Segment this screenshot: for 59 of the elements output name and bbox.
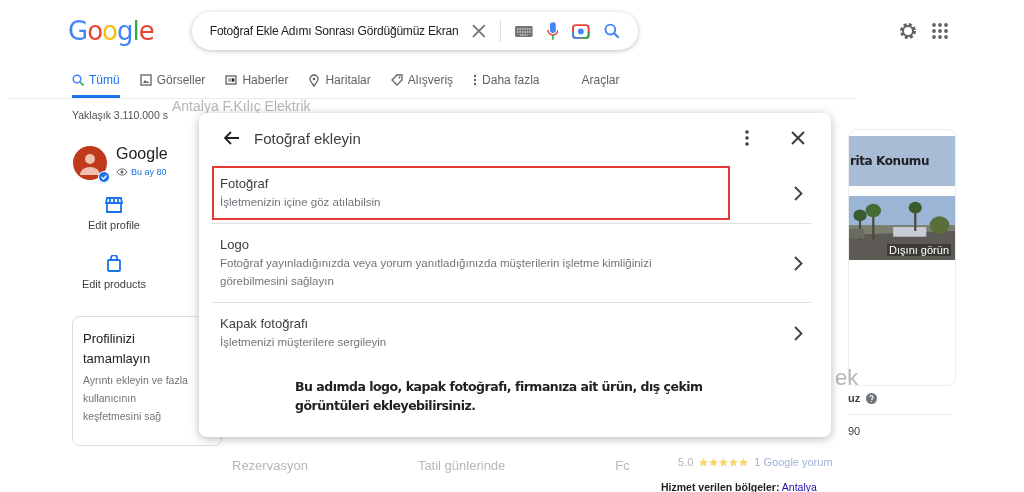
avatar-icon xyxy=(72,145,108,181)
option-description: İşletmenizi müşterilere sergileyin xyxy=(220,335,388,350)
rating-value: 5.0 xyxy=(678,456,694,468)
close-icon[interactable] xyxy=(472,24,487,38)
search-icon xyxy=(72,74,84,86)
chevron-right-icon[interactable] xyxy=(794,185,803,201)
camera-icon[interactable] xyxy=(572,23,591,39)
search-query: Antalya F.Kılıç Elektrik xyxy=(172,98,312,114)
more-vert-icon xyxy=(473,74,478,86)
eye-icon xyxy=(116,168,128,176)
chevron-right-icon[interactable] xyxy=(794,255,803,271)
option-title: Logo xyxy=(220,236,250,254)
search-tab[interactable]: Görseller xyxy=(139,73,206,98)
section-label: uz xyxy=(848,392,861,404)
tag-icon xyxy=(390,74,403,86)
search-tab[interactable]: Haberler xyxy=(225,73,289,98)
option-item[interactable]: Logo Fotoğraf yayınladığınızda veya yorum yanıtladığınızda müşterilerin işletme kimliğinizi görebilmesini sağlayın xyxy=(212,224,811,303)
search-field[interactable]: Fotoğraf Ekle Adımı Sonrası Gördüğümüz Ekran xyxy=(191,12,638,50)
card-text: Ayrıntı ekleyin ve fazla kullanıcının keşfetmesini sağ xyxy=(83,373,189,424)
back-arrow-icon[interactable] xyxy=(224,131,240,145)
review-count: 90 xyxy=(848,414,952,437)
business-name: Google xyxy=(116,145,168,163)
dialog-title: Fotoğraf ekleyin xyxy=(254,129,361,147)
option-title: Kapak fotoğrafı xyxy=(220,315,310,333)
photo-label[interactable]: Dışını görün xyxy=(887,244,951,256)
map-label[interactable]: rita Konumu xyxy=(849,136,955,186)
keyboard-icon[interactable] xyxy=(515,25,533,37)
annotation-text: Bu adımda logo, kapak fotoğrafı, firmanıza ait ürün, dış çekim görüntüleri ekleyebilirsiniz. xyxy=(295,378,704,415)
tools-tab[interactable]: Araçlar xyxy=(581,73,620,98)
help-icon[interactable] xyxy=(866,392,878,404)
option-title: Fotoğraf xyxy=(220,175,270,193)
google-logo[interactable]: Google xyxy=(68,16,154,46)
settings-icon[interactable] xyxy=(898,21,918,41)
more-icon[interactable] xyxy=(745,130,749,146)
search-tab[interactable]: Alışveriş xyxy=(390,73,454,98)
views-count: Bu ay 80 xyxy=(131,167,167,177)
business-title: ek xyxy=(835,365,860,391)
search-tab[interactable]: Daha fazla xyxy=(473,73,540,98)
store-icon xyxy=(105,197,123,213)
action-button[interactable]: Edit products xyxy=(72,255,156,290)
option-item[interactable]: Kapak fotoğrafı İşletmenizi müşterilere sergileyin xyxy=(212,303,811,363)
pin-icon xyxy=(308,73,321,87)
card-title: Rezervasyon xyxy=(232,458,308,473)
shopping-bag-icon xyxy=(107,255,121,272)
result-count: Yaklaşık 3.110.000 s xyxy=(72,109,169,121)
close-icon[interactable] xyxy=(791,131,805,145)
search-tab[interactable]: Haritalar xyxy=(308,73,371,98)
newspaper-icon xyxy=(225,74,238,86)
search-icon[interactable] xyxy=(604,23,620,39)
card-title: Profilinizi tamamlayın xyxy=(83,330,152,368)
card-title: Tatil günlerinde xyxy=(417,458,506,473)
action-button[interactable]: Edit profile xyxy=(72,197,156,231)
card-title: Fc xyxy=(615,458,630,473)
option-description: Fotoğraf yayınladığınızda veya yorum yanıtladığınızda müşterilerin işletme kimliğinizi görebilmesini sağlayın xyxy=(220,256,653,289)
chevron-right-icon[interactable] xyxy=(794,325,803,341)
apps-grid-icon[interactable] xyxy=(932,23,948,39)
option-description: İşletmenizin içine göz atılabilsin xyxy=(220,195,382,210)
microphone-icon[interactable] xyxy=(546,22,559,40)
image-icon xyxy=(139,74,152,86)
